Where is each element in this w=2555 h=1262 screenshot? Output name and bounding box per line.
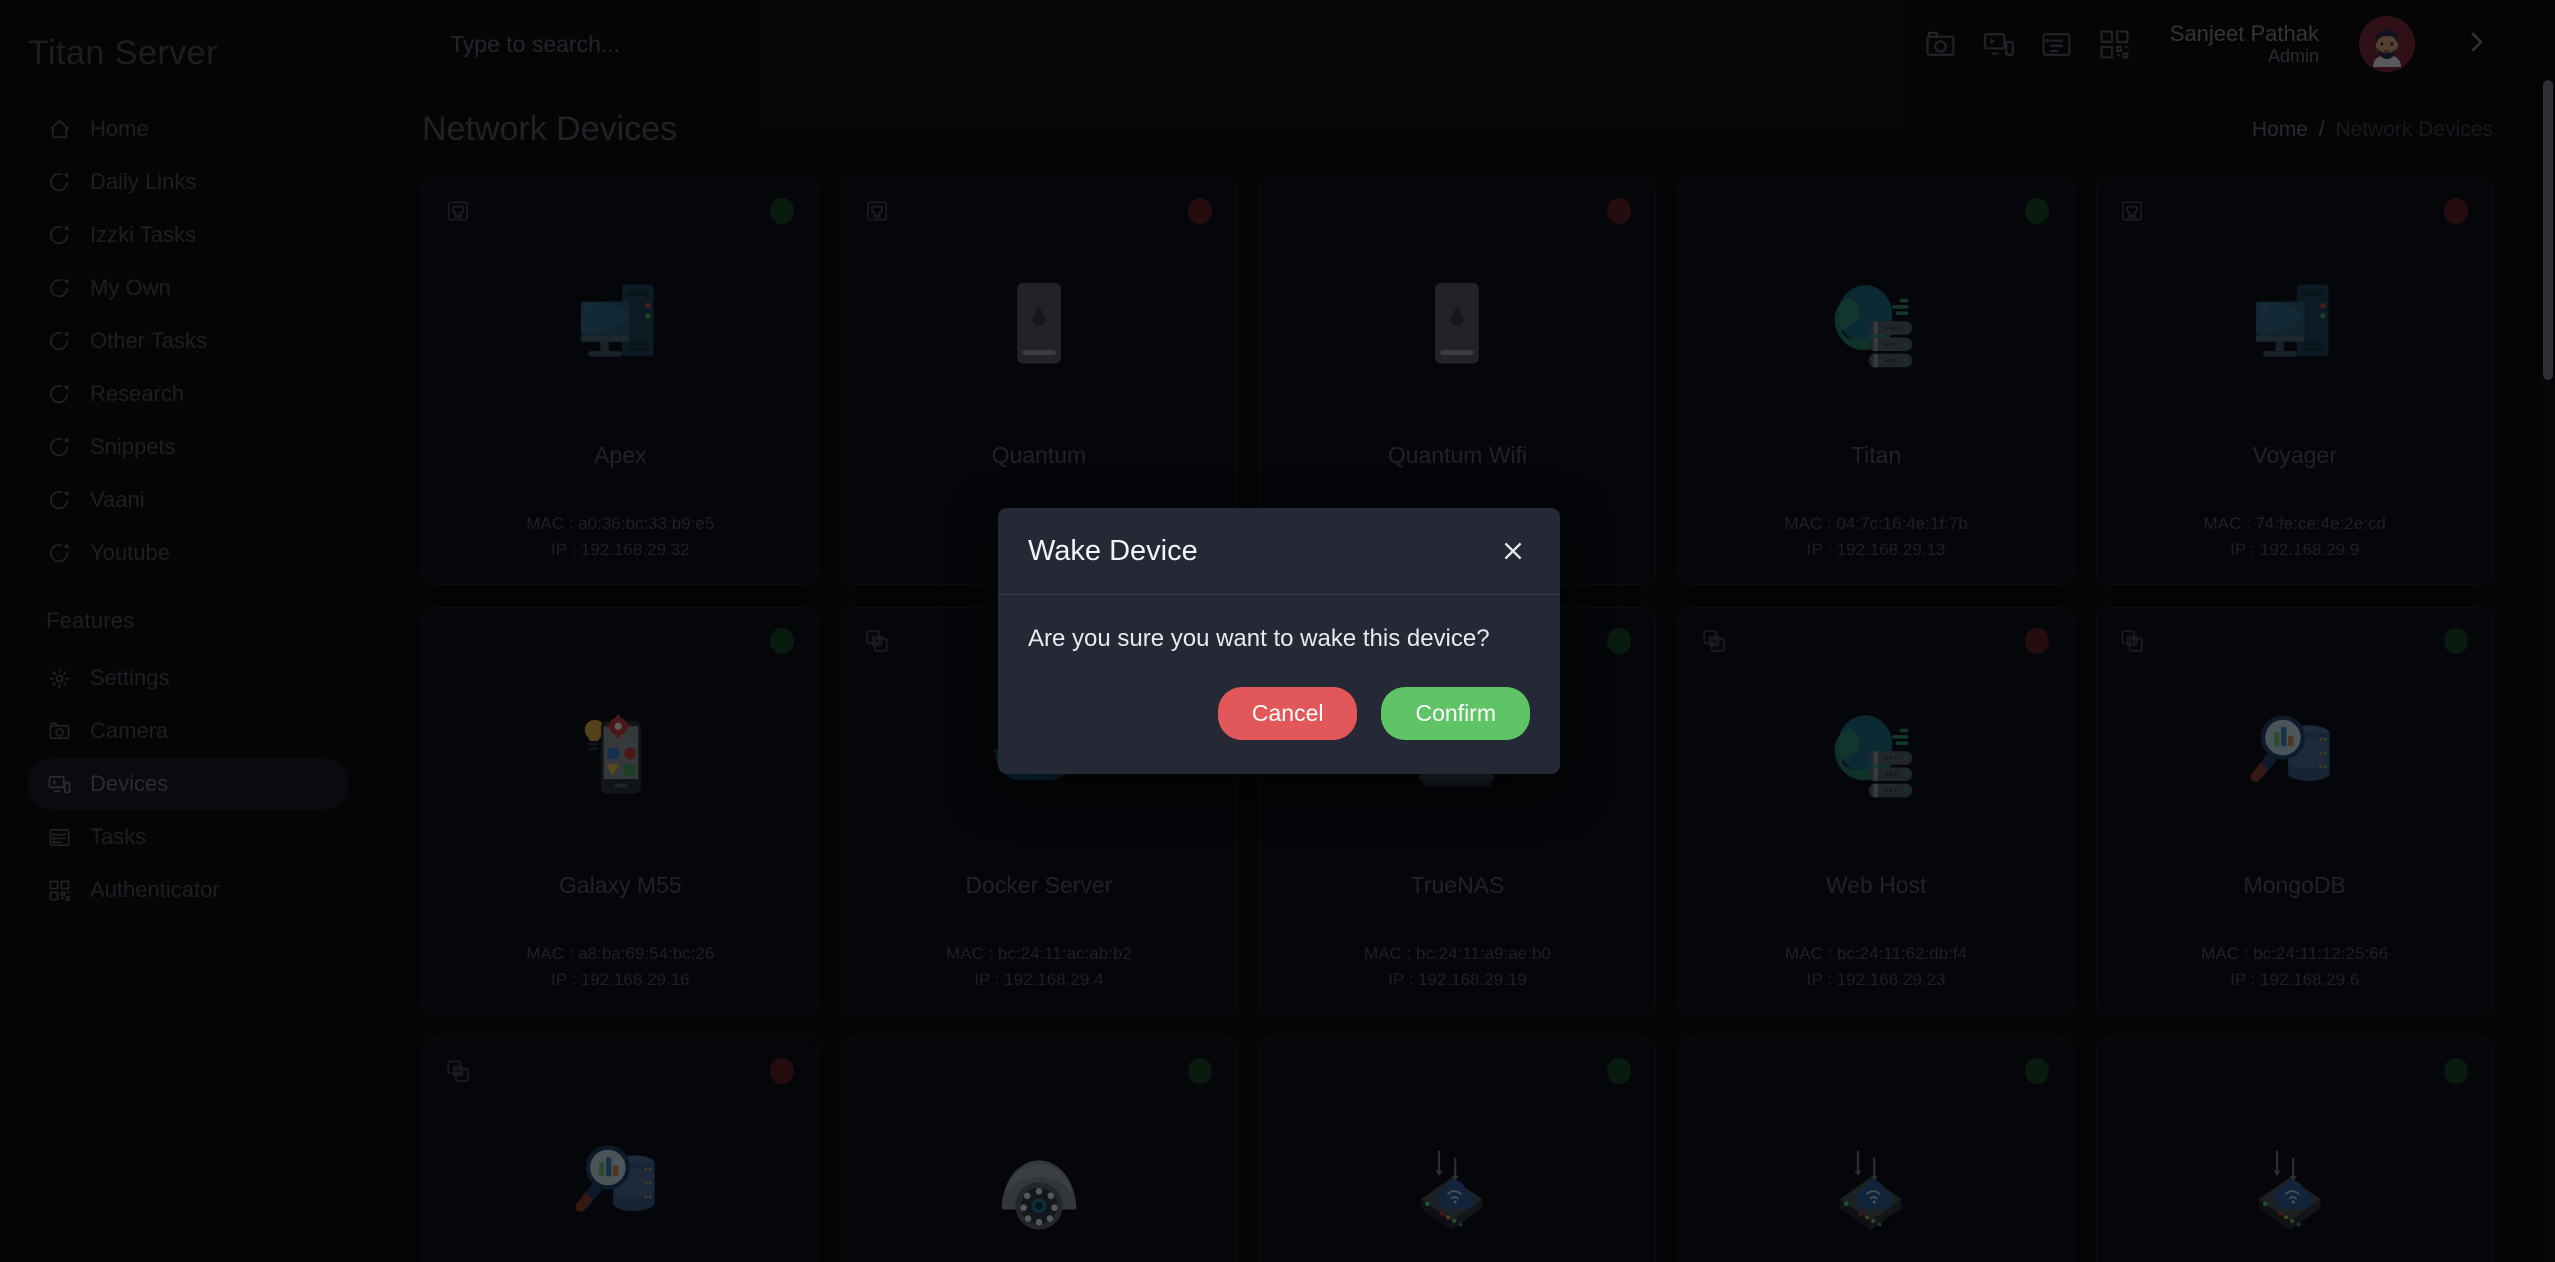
- modal-message: Are you sure you want to wake this devic…: [1028, 625, 1490, 652]
- page-scrollbar[interactable]: [2543, 0, 2553, 1262]
- app-root: Titan Server Home Daily Links Izzki Task…: [0, 0, 2555, 1262]
- modal-footer: Cancel Confirm: [998, 659, 1560, 774]
- confirm-button[interactable]: Confirm: [1381, 687, 1530, 740]
- modal-header: Wake Device: [998, 508, 1560, 595]
- close-icon[interactable]: [1496, 534, 1530, 568]
- modal-title: Wake Device: [1028, 534, 1198, 567]
- modal-body: Are you sure you want to wake this devic…: [998, 595, 1560, 659]
- scrollbar-thumb[interactable]: [2543, 80, 2553, 380]
- cancel-button[interactable]: Cancel: [1217, 687, 1358, 740]
- wake-device-modal: Wake Device Are you sure you want to wak…: [998, 508, 1560, 774]
